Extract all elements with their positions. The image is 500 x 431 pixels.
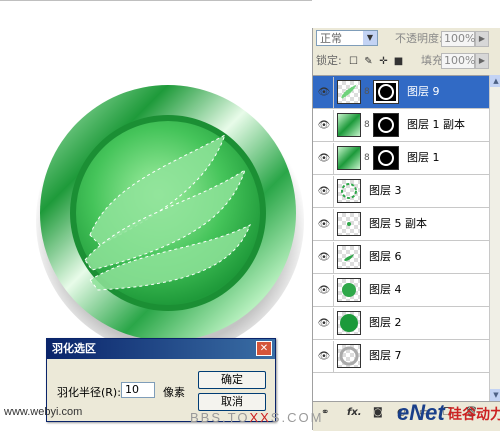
layer-name: 图层 3: [369, 184, 402, 197]
feather-radius-label: 羽化半径(R):: [57, 386, 121, 399]
layer-name: 图层 2: [369, 316, 402, 329]
add-mask-icon[interactable]: ◙: [373, 407, 383, 418]
lock-all-icon[interactable]: ■: [392, 55, 405, 68]
lock-brush-icon[interactable]: ✎: [362, 55, 375, 68]
layers-panel: 正常 ▼ 不透明度: 100% ▶ 锁定: ☐ ✎ ✛ ■ 填充: 100% ▶ 👁 8…: [312, 28, 500, 431]
layer-name: 图层 4: [369, 283, 402, 296]
lock-label: 锁定:: [316, 54, 342, 67]
eye-icon[interactable]: 👁: [315, 341, 334, 372]
layer-row[interactable]: 👁 8 图层 1 副本: [313, 109, 489, 142]
eye-icon[interactable]: 👁: [315, 176, 334, 207]
chain-link-icon[interactable]: 8: [364, 120, 370, 130]
document-edge: [0, 0, 312, 1]
webyi-watermark: www.webyi.com: [4, 406, 83, 418]
layer-row[interactable]: 👁 图层 7: [313, 340, 489, 373]
scroll-down-icon[interactable]: ▼: [490, 389, 500, 401]
blend-mode-select[interactable]: 正常 ▼: [316, 30, 378, 46]
chain-link-icon[interactable]: 8: [364, 87, 370, 97]
bbs-watermark: BBS.TOXXS.COM: [190, 410, 323, 425]
chevron-down-icon: ▼: [363, 31, 377, 45]
layer-thumbnail[interactable]: [337, 344, 361, 368]
layer-thumbnail[interactable]: [337, 212, 361, 236]
bbs-suffix: S.COM: [270, 410, 324, 425]
layer-row[interactable]: 👁 图层 3: [313, 175, 489, 208]
layer-list-scrollbar[interactable]: ▲ ▼: [489, 75, 500, 401]
layer-name: 图层 9: [407, 85, 440, 98]
layer-list: 👁 8 图层 9 👁 8 图层 1 副本 👁 8 图层 1 👁 图层 3 👁 图层 5 副本 👁 图层 6 👁…: [313, 75, 489, 402]
dialog-title: 羽化选区: [52, 342, 96, 355]
layer-row[interactable]: 👁 8 图层 9: [313, 76, 489, 109]
eye-icon[interactable]: 👁: [315, 110, 334, 141]
blend-row: 正常 ▼ 不透明度: 100% ▶: [313, 28, 500, 50]
close-icon[interactable]: ✕: [256, 341, 272, 356]
layer-name: 图层 7: [369, 349, 402, 362]
dialog-titlebar[interactable]: 羽化选区 ✕: [47, 339, 275, 359]
layer-row[interactable]: 👁 8 图层 1: [313, 142, 489, 175]
layer-mask-thumbnail[interactable]: [373, 146, 399, 170]
eye-icon[interactable]: 👁: [315, 242, 334, 273]
lock-row: 锁定: ☐ ✎ ✛ ■ 填充: 100% ▶: [313, 50, 500, 72]
enet-logo: eNet: [397, 400, 445, 425]
blend-mode-value: 正常: [320, 32, 342, 45]
bbs-prefix: BBS.TO: [190, 410, 250, 425]
layer-thumbnail[interactable]: [337, 146, 361, 170]
eye-icon[interactable]: 👁: [315, 77, 334, 108]
opacity-arrow-icon[interactable]: ▶: [475, 31, 489, 47]
fx-icon[interactable]: fx.: [347, 407, 362, 418]
green-leaf-emblem: [36, 85, 304, 355]
unit-label: 像素: [163, 386, 185, 399]
layer-row[interactable]: 👁 图层 4: [313, 274, 489, 307]
layer-thumbnail[interactable]: [337, 113, 361, 137]
layer-thumbnail[interactable]: [337, 80, 361, 104]
lock-icons: ☐ ✎ ✛ ■: [347, 54, 407, 68]
eye-icon[interactable]: 👁: [315, 275, 334, 306]
layer-name: 图层 5 副本: [369, 217, 427, 230]
fill-arrow-icon[interactable]: ▶: [475, 53, 489, 69]
layer-mask-thumbnail[interactable]: [373, 80, 399, 104]
layer-name: 图层 1: [407, 151, 440, 164]
layer-mask-thumbnail[interactable]: [373, 113, 399, 137]
cancel-button[interactable]: 取消: [198, 393, 266, 411]
ok-button[interactable]: 确定: [198, 371, 266, 389]
fill-field[interactable]: 100%: [441, 53, 475, 69]
eye-icon[interactable]: 👁: [315, 308, 334, 339]
layer-row[interactable]: 👁 图层 5 副本: [313, 208, 489, 241]
feather-radius-input[interactable]: 10: [121, 382, 155, 398]
layer-thumbnail[interactable]: [337, 311, 361, 335]
opacity-field[interactable]: 100%: [441, 31, 475, 47]
layer-name: 图层 6: [369, 250, 402, 263]
layer-thumbnail[interactable]: [337, 278, 361, 302]
layer-thumbnail[interactable]: [337, 245, 361, 269]
layer-row[interactable]: 👁 图层 6: [313, 241, 489, 274]
enet-logo-cn: 硅谷动力: [448, 407, 500, 423]
bbs-red: XX: [249, 410, 271, 425]
chain-link-icon[interactable]: 8: [364, 153, 370, 163]
eye-icon[interactable]: 👁: [315, 209, 334, 240]
scroll-up-icon[interactable]: ▲: [490, 75, 500, 87]
layer-row[interactable]: 👁 图层 2: [313, 307, 489, 340]
layer-thumbnail[interactable]: [337, 179, 361, 203]
lock-move-icon[interactable]: ✛: [377, 55, 390, 68]
eye-icon[interactable]: 👁: [315, 143, 334, 174]
lock-transparent-icon[interactable]: ☐: [347, 55, 360, 68]
layer-name: 图层 1 副本: [407, 118, 465, 131]
opacity-label: 不透明度:: [395, 32, 443, 45]
